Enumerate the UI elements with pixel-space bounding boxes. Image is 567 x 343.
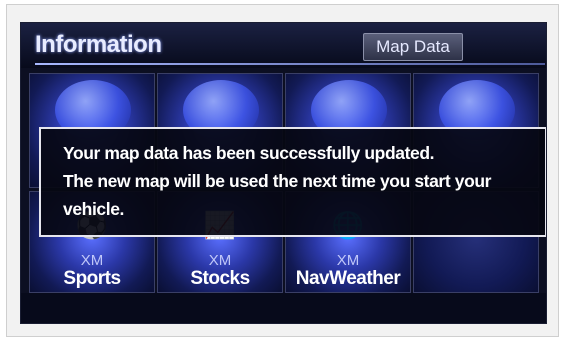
tile-label: Sports (63, 268, 121, 289)
update-success-dialog[interactable]: Your map data has been successfully upda… (39, 127, 546, 237)
tile-prefix: XM (208, 252, 232, 269)
map-data-button[interactable]: Map Data (363, 33, 463, 61)
infotainment-screen: Information Map Data ⚽ XM Sports 📈 XM St… (20, 22, 547, 324)
tile-label: NavWeather (295, 268, 401, 289)
tile-label: Stocks (190, 268, 250, 289)
tile-prefix: XM (80, 252, 104, 269)
tile-prefix: XM (336, 252, 360, 269)
header-bar: Information Map Data (21, 23, 546, 68)
bottom-strip (21, 293, 546, 323)
dialog-line-2: The new map will be used the next time y… (63, 171, 492, 191)
dialog-line-1: Your map data has been successfully upda… (63, 143, 435, 163)
page-title: Information (35, 31, 162, 58)
title-underline (35, 63, 545, 65)
dialog-line-3: vehicle. (63, 199, 125, 219)
